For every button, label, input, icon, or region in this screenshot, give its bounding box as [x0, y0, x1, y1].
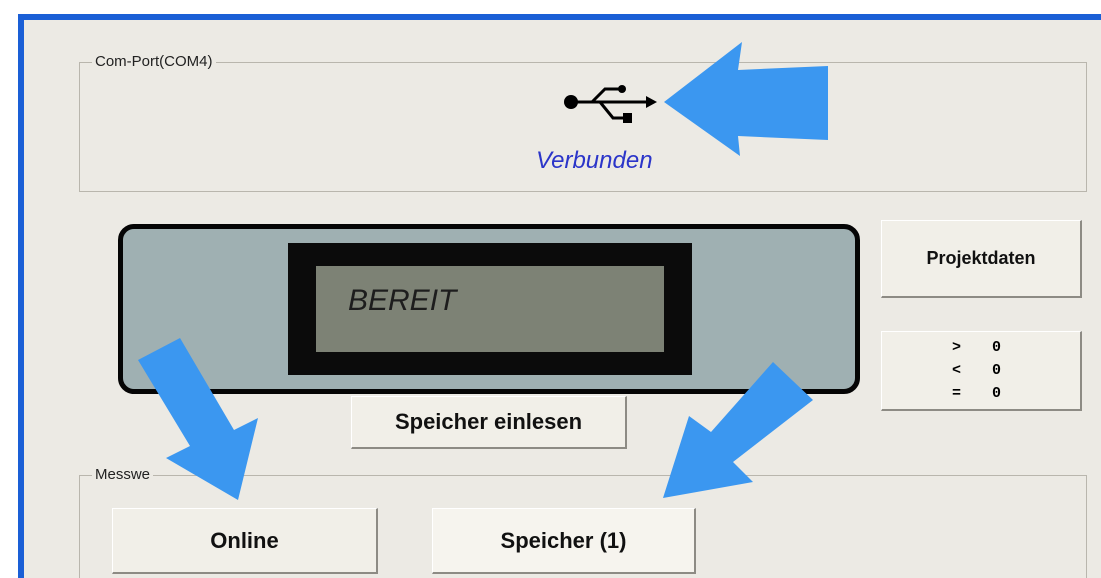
usb-icon	[564, 85, 657, 123]
counter-symbol: >	[952, 339, 962, 356]
application-window: Com-Port(COM4) Verbunden BEREIT Projektd…	[0, 0, 1101, 578]
counter-symbol: =	[952, 385, 962, 402]
projektdaten-button[interactable]: Projektdaten	[881, 220, 1082, 298]
lcd-status-text: BEREIT	[348, 284, 457, 317]
com-port-legend: Com-Port(COM4)	[92, 53, 216, 70]
annotation-arrow-online	[138, 338, 258, 500]
connection-status-text: Verbunden	[536, 147, 653, 174]
annotation-arrow-usb	[664, 42, 828, 156]
counter-row-greater: >0	[952, 339, 1001, 356]
window-top-border	[18, 14, 1101, 20]
counter-row-equal: = 0	[952, 385, 1001, 402]
window-left-border	[18, 14, 24, 578]
counter-row-less: <0	[952, 362, 1001, 379]
counter-value: 0	[992, 385, 1002, 402]
speicher-einlesen-button[interactable]: Speicher einlesen	[351, 396, 627, 449]
counter-panel[interactable]: >0 <0 = 0	[881, 331, 1082, 411]
counter-value: 0	[992, 339, 1002, 356]
online-button[interactable]: Online	[112, 508, 378, 574]
annotation-arrow-speicher	[663, 362, 813, 498]
speicher-button[interactable]: Speicher (1)	[432, 508, 696, 574]
counter-symbol: <	[952, 362, 962, 379]
counter-value: 0	[992, 362, 1002, 379]
